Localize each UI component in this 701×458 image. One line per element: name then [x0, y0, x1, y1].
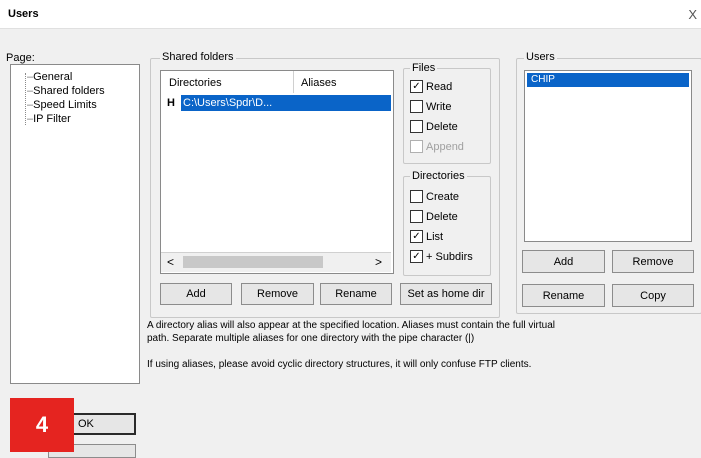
scrollbar-thumb[interactable]	[183, 256, 323, 268]
checkmark-icon: ✓	[410, 250, 423, 263]
copy-user-button[interactable]: Copy	[612, 284, 694, 307]
title-bar	[0, 0, 701, 29]
rename-folder-button[interactable]: Rename	[320, 283, 392, 305]
delete-file-checkbox[interactable]: Delete	[410, 120, 458, 133]
rename-user-button[interactable]: Rename	[522, 284, 605, 307]
directory-row[interactable]: C:\Users\Spdr\D...	[181, 95, 391, 111]
tree-item-speed-limits[interactable]: –Speed Limits	[27, 99, 97, 111]
checkmark-icon: ✓	[410, 80, 423, 93]
scroll-right-icon[interactable]: >	[375, 255, 382, 269]
home-dir-marker: H	[167, 97, 175, 109]
page-label: Page:	[6, 52, 35, 64]
files-label: Files	[410, 62, 438, 74]
user-item[interactable]: CHIP	[527, 73, 689, 87]
directories-list[interactable]: Directories Aliases H C:\Users\Spdr\D...…	[160, 70, 394, 274]
add-user-button[interactable]: Add	[522, 250, 605, 273]
tree-item-general[interactable]: –General	[27, 71, 72, 83]
window-title: Users	[8, 8, 39, 20]
alias-note-line-1: A directory alias will also appear at th…	[147, 320, 555, 331]
column-header-aliases[interactable]: Aliases	[301, 77, 336, 89]
directories-label: Directories	[410, 170, 467, 182]
horizontal-scrollbar[interactable]: < >	[161, 252, 391, 272]
tree-item-ip-filter[interactable]: –IP Filter	[27, 113, 71, 125]
remove-user-button[interactable]: Remove	[612, 250, 694, 273]
step-number-badge: 4	[10, 398, 74, 452]
shared-folders-label: Shared folders	[160, 51, 236, 63]
page-tree[interactable]: –General –Shared folders –Speed Limits –…	[10, 64, 140, 384]
checkmark-icon: ✓	[410, 230, 423, 243]
alias-note-line-2: path. Separate multiple aliases for one …	[147, 333, 475, 344]
write-checkbox[interactable]: Write	[410, 100, 451, 113]
directory-path: C:\Users\Spdr\D...	[183, 97, 273, 109]
subdirs-checkbox[interactable]: ✓ + Subdirs	[410, 250, 473, 263]
remove-folder-button[interactable]: Remove	[241, 283, 314, 305]
users-list[interactable]: CHIP	[524, 70, 692, 242]
users-label: Users	[524, 51, 557, 63]
close-icon[interactable]: X	[688, 7, 697, 22]
read-checkbox[interactable]: ✓ Read	[410, 80, 452, 93]
delete-dir-checkbox[interactable]: Delete	[410, 210, 458, 223]
column-header-directories[interactable]: Directories	[169, 77, 222, 89]
add-folder-button[interactable]: Add	[160, 283, 232, 305]
append-checkbox: Append	[410, 140, 464, 153]
set-home-dir-button[interactable]: Set as home dir	[400, 283, 492, 305]
tree-item-shared-folders[interactable]: –Shared folders	[27, 85, 105, 97]
scroll-left-icon[interactable]: <	[167, 255, 174, 269]
alias-warning: If using aliases, please avoid cyclic di…	[147, 359, 532, 370]
list-dir-checkbox[interactable]: ✓ List	[410, 230, 443, 243]
create-dir-checkbox[interactable]: Create	[410, 190, 459, 203]
